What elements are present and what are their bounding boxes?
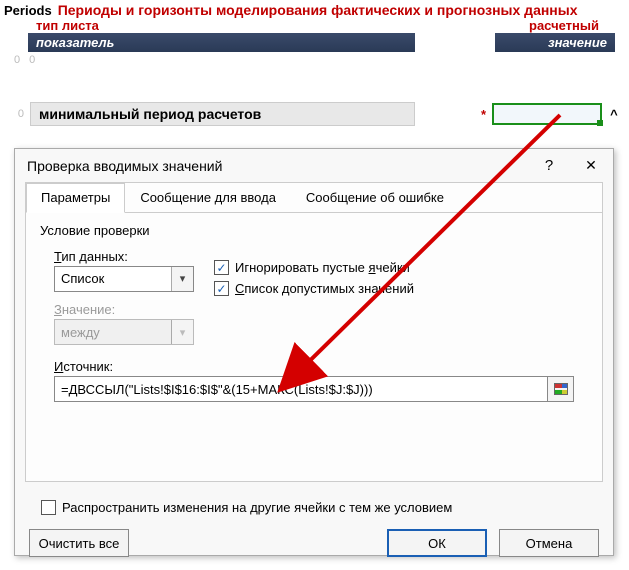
selected-cell[interactable] [492, 103, 602, 125]
dialog-close-button[interactable]: ✕ [579, 157, 603, 174]
ignore-blank-checkbox[interactable]: ✓ Игнорировать пустые ячейки [214, 260, 414, 275]
ignore-blank-label: Игнорировать пустые ячейки [235, 260, 410, 275]
row-outline-zero: 0 [14, 108, 24, 120]
in-cell-dropdown-checkbox[interactable]: ✓ Список допустимых значений [214, 281, 414, 296]
value-value: между [55, 325, 171, 340]
chevron-down-icon: ▾ [171, 267, 193, 291]
column-label-left: тип листа [36, 18, 99, 33]
banner-indicator: показатель [28, 33, 415, 52]
clear-all-button[interactable]: Очистить все [29, 529, 129, 557]
ok-button[interactable]: ОК [387, 529, 487, 557]
range-select-button[interactable] [548, 376, 574, 402]
tab-error-message[interactable]: Сообщение об ошибке [291, 183, 459, 212]
min-period-label: минимальный период расчетов [30, 102, 415, 126]
source-input[interactable] [54, 376, 548, 402]
dropdown-list-label: Список допустимых значений [235, 281, 414, 296]
tab-parameters[interactable]: Параметры [26, 183, 125, 213]
value-combobox: между ▾ [54, 319, 194, 345]
data-validation-dialog: Проверка вводимых значений ? ✕ Параметры… [14, 148, 614, 556]
dialog-tabs: Параметры Сообщение для ввода Сообщение … [26, 183, 602, 213]
tab-input-message[interactable]: Сообщение для ввода [125, 183, 291, 212]
periods-heading: Periods [4, 3, 52, 18]
column-label-right: расчетный [529, 18, 599, 33]
checkbox-checked-icon: ✓ [214, 260, 229, 275]
cancel-button[interactable]: Отмена [499, 529, 599, 557]
grid-icon [554, 383, 568, 395]
checkbox-checked-icon: ✓ [214, 281, 229, 296]
criteria-heading: Условие проверки [40, 223, 588, 238]
cell-caret: ^ [610, 107, 618, 122]
outline-zeros: 0 0 [0, 52, 629, 66]
dialog-title: Проверка вводимых значений [27, 158, 222, 174]
source-label: Источник: [54, 359, 588, 374]
chevron-down-icon: ▾ [171, 320, 193, 344]
dialog-help-button[interactable]: ? [537, 157, 561, 174]
periods-description: Периоды и горизонты моделирования фактич… [58, 2, 578, 18]
checkbox-unchecked-icon [41, 500, 56, 515]
value-label: Значение: [54, 302, 194, 317]
propagate-label: Распространить изменения на другие ячейк… [62, 500, 452, 515]
banner-value: значение [495, 33, 615, 52]
required-star: * [481, 107, 486, 122]
type-label: Тип данных: [54, 249, 194, 264]
type-value: Список [55, 271, 171, 286]
type-combobox[interactable]: Список ▾ [54, 266, 194, 292]
propagate-checkbox[interactable]: Распространить изменения на другие ячейк… [41, 500, 603, 515]
